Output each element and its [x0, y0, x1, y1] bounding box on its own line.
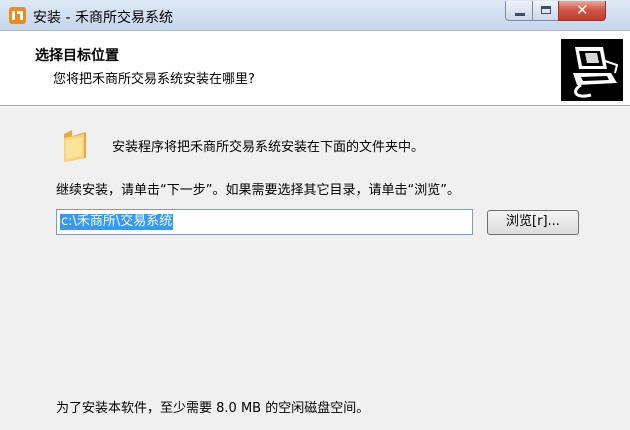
- header-divider: [0, 106, 630, 107]
- app-logo-icon: [9, 7, 26, 24]
- instruction-text: 继续安装，请单击“下一步”。如果需要选择其它目录，请单击“浏览”。: [56, 183, 460, 198]
- window-title: 安装 - 禾商所交易系统: [33, 10, 173, 26]
- minimize-button[interactable]: [505, 1, 533, 21]
- disk-space-note: 为了安装本软件，至少需要 8.0 MB 的空闲磁盘空间。: [56, 401, 370, 416]
- wizard-header: 选择目标位置 您将把禾商所交易系统安装在哪里?: [0, 31, 630, 106]
- page-title: 选择目标位置: [35, 48, 119, 64]
- maximize-icon: [541, 6, 551, 14]
- folder-icon: [62, 128, 88, 164]
- minimize-icon: [515, 13, 525, 16]
- install-path-field[interactable]: c:\禾商所\交易系统: [56, 209, 473, 235]
- install-path-value[interactable]: c:\禾商所\交易系统: [60, 214, 174, 230]
- close-icon: ✕: [576, 1, 589, 19]
- page-subtitle: 您将把禾商所交易系统安装在哪里?: [53, 72, 255, 87]
- title-bar[interactable]: 安装 - 禾商所交易系统 ✕: [0, 0, 630, 31]
- close-button[interactable]: ✕: [558, 1, 606, 21]
- maximize-button[interactable]: [532, 1, 559, 21]
- info-text: 安装程序将把禾商所交易系统安装在下面的文件夹中。: [112, 140, 425, 155]
- browse-button[interactable]: 浏览[r]...: [487, 210, 579, 235]
- computer-install-icon: [561, 39, 623, 101]
